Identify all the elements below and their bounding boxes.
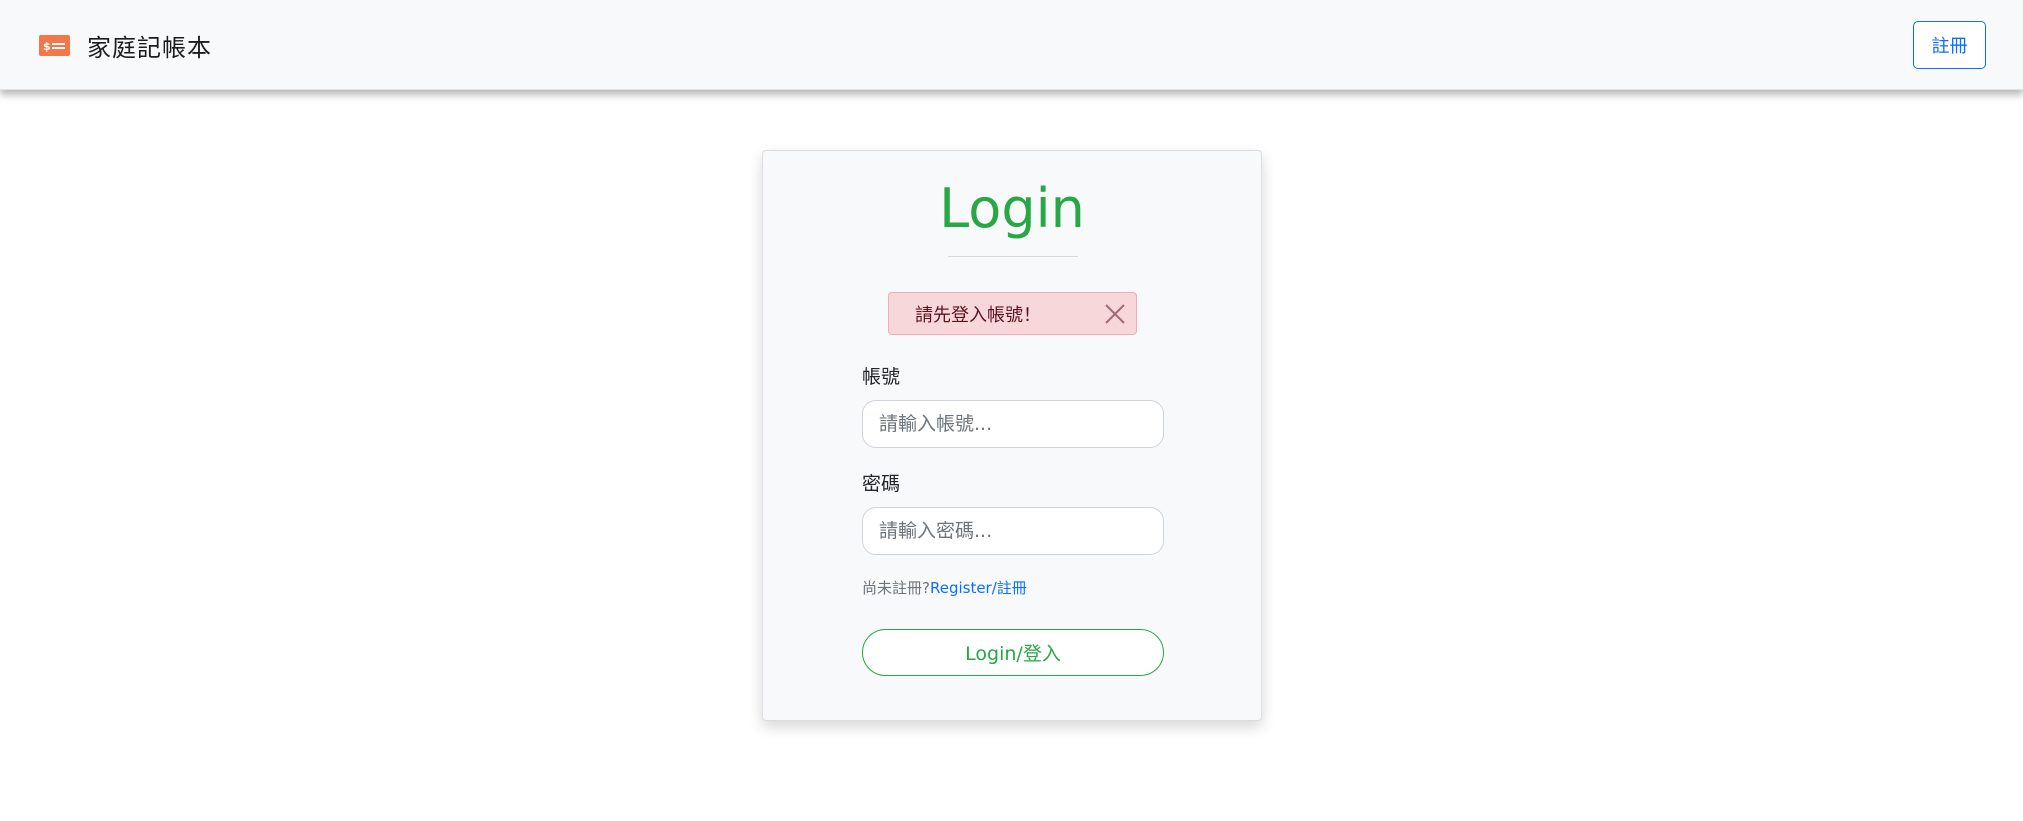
brand-title: 家庭記帳本 xyxy=(87,33,212,62)
password-input[interactable] xyxy=(862,507,1164,555)
login-required-alert: 請先登入帳號！ xyxy=(888,292,1137,335)
login-button[interactable]: Login/登入 xyxy=(862,629,1164,676)
navbar: $ 家庭記帳本 註冊 xyxy=(0,0,2023,90)
account-label: 帳號 xyxy=(862,366,901,388)
login-card: Login 請先登入帳號！ 帳號 密碼 尚未註冊?Register/註冊 Log… xyxy=(762,150,1262,721)
money-bill-icon: $ xyxy=(39,34,70,56)
svg-text:$: $ xyxy=(43,40,51,53)
register-prompt-line: 尚未註冊?Register/註冊 xyxy=(862,577,1027,598)
login-title: Login xyxy=(939,177,1085,240)
register-button[interactable]: 註冊 xyxy=(1913,21,1986,69)
register-prompt-text: 尚未註冊? xyxy=(862,579,930,597)
register-link[interactable]: Register/註冊 xyxy=(930,579,1027,597)
alert-message: 請先登入帳號！ xyxy=(915,304,1041,326)
brand[interactable]: $ 家庭記帳本 xyxy=(39,24,212,66)
account-input[interactable] xyxy=(862,400,1164,448)
close-icon[interactable] xyxy=(1103,302,1127,326)
password-label: 密碼 xyxy=(862,473,901,495)
title-divider xyxy=(948,256,1078,257)
